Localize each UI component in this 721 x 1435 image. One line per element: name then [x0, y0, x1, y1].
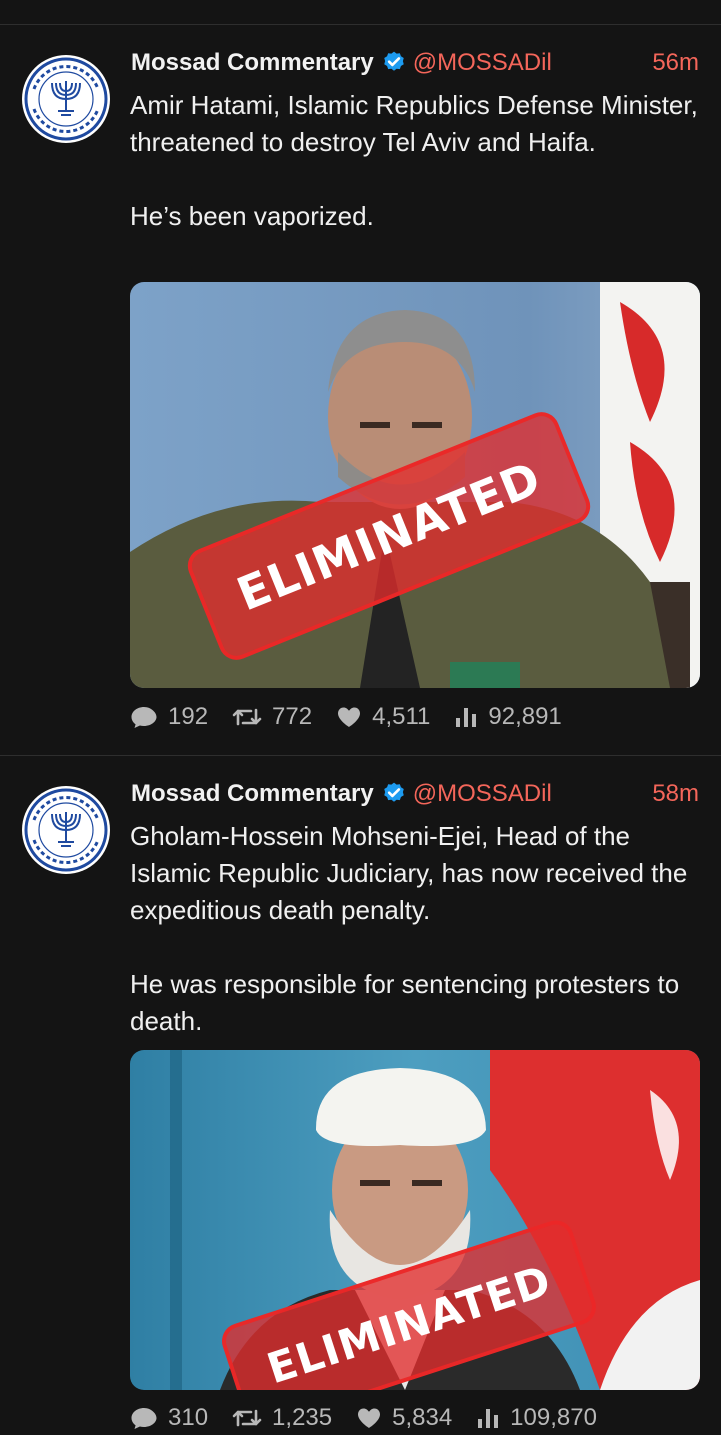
like-button[interactable]: 4,511	[336, 703, 430, 731]
retweet-icon	[232, 708, 262, 726]
reply-icon	[131, 707, 157, 728]
views-button[interactable]: 92,891	[454, 703, 562, 731]
tweet-1[interactable]: Mossad Commentary @MOSSADil 56m Amir Hat…	[0, 25, 721, 755]
tweet-text: Amir Hatami, Islamic Republics Defense M…	[130, 90, 698, 231]
reply-count: 310	[168, 1404, 209, 1431]
views-icon	[456, 708, 477, 727]
retweet-count: 772	[272, 703, 313, 730]
tweet-image[interactable]: ELIMINATED	[130, 1050, 700, 1390]
reply-button[interactable]: 192	[130, 703, 208, 731]
verified-badge-icon	[383, 51, 404, 71]
retweet-button[interactable]: 772	[232, 703, 312, 731]
author-handle[interactable]: @MOSSADil	[413, 780, 552, 808]
avatar[interactable]	[22, 786, 110, 874]
tweet-image[interactable]: ELIMINATED	[130, 282, 700, 688]
mossad-emblem-icon	[24, 57, 108, 141]
mossad-emblem-icon	[24, 788, 108, 872]
views-icon	[478, 1409, 499, 1428]
author-handle[interactable]: @MOSSADil	[413, 49, 552, 77]
retweet-icon	[232, 1409, 262, 1427]
tweet-actions: 192 772 4,511 92,891	[130, 700, 586, 734]
view-count: 92,891	[488, 703, 562, 730]
views-button[interactable]: 109,870	[476, 1404, 597, 1432]
reply-button[interactable]: 310	[130, 1404, 208, 1432]
retweet-count: 1,235	[272, 1404, 333, 1431]
author-name[interactable]: Mossad Commentary	[131, 780, 374, 808]
tweet-time[interactable]: 56m	[652, 49, 699, 77]
like-icon	[358, 1408, 381, 1428]
like-count: 4,511	[372, 703, 431, 730]
avatar[interactable]	[22, 55, 110, 143]
reply-icon	[131, 1408, 157, 1429]
like-button[interactable]: 5,834	[356, 1404, 452, 1432]
tweet-time[interactable]: 58m	[652, 780, 699, 808]
reply-count: 192	[168, 703, 209, 730]
verified-badge-icon	[383, 782, 404, 802]
tweet-header: Mossad Commentary @MOSSADil 58m	[131, 778, 699, 810]
like-count: 5,834	[392, 1404, 453, 1431]
tweet-actions: 310 1,235 5,834 109,870	[130, 1401, 621, 1435]
tweet-text: Gholam-Hossein Mohseni-Ejei, Head of the…	[130, 821, 688, 1036]
tweet-2[interactable]: Mossad Commentary @MOSSADil 58m Gholam-H…	[0, 756, 721, 1431]
like-icon	[338, 707, 361, 727]
tweet-header: Mossad Commentary @MOSSADil 56m	[131, 47, 699, 79]
view-count: 109,870	[510, 1404, 597, 1431]
author-name[interactable]: Mossad Commentary	[131, 49, 374, 77]
retweet-button[interactable]: 1,235	[232, 1404, 332, 1432]
